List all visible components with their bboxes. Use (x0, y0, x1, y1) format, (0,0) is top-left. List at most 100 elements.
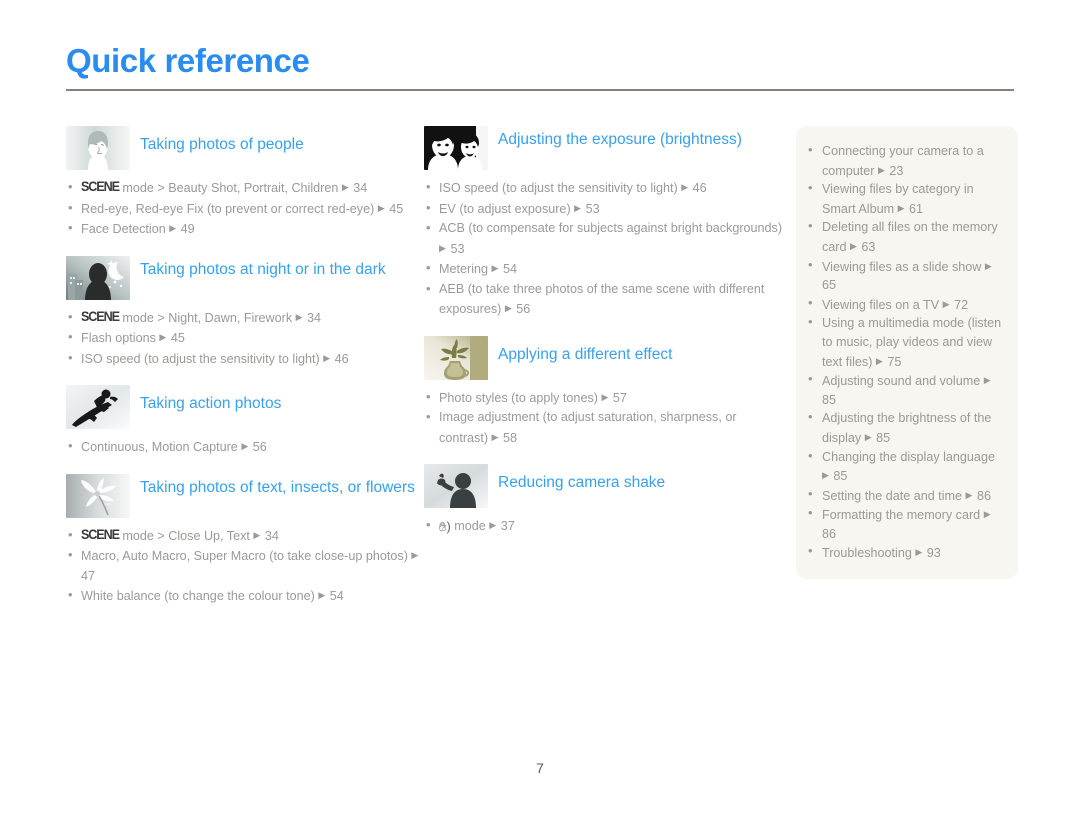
list-item-page: 57 (612, 390, 627, 405)
list-item-page: 86 (822, 526, 837, 541)
section-list: SCENE mode > Night, Dawn, Firework ▶ 34 F… (66, 307, 420, 370)
page-ref-arrow: ▶ (318, 590, 327, 600)
content-columns: Taking photos of people SCENE mode > Beau… (66, 126, 1018, 623)
page-ref-arrow: ▶ (489, 520, 498, 530)
quick-links-list: Connecting your camera to a computer ▶ 2… (806, 141, 1004, 563)
page-ref-arrow: ▶ (850, 240, 858, 251)
list-item-label: EV (to adjust exposure) (439, 201, 571, 216)
page-header: Quick reference (66, 40, 1014, 91)
list-item-page: 65 (822, 278, 837, 293)
list-item-page: 61 (909, 201, 924, 216)
list-item: Deleting all files on the memory card ▶ … (806, 217, 1004, 256)
page-ref-arrow: ▶ (323, 352, 332, 363)
person-waving-thumbnail (424, 464, 489, 508)
list-item: Viewing files by category in Smart Album… (806, 179, 1004, 218)
page-ref-arrow: ▶ (159, 332, 168, 342)
quick-reference-page: Quick reference Taking photos of people S… (0, 0, 1080, 815)
list-item-label: Image adjustment (to adjust saturation, … (439, 410, 737, 445)
section-title: Taking photos at night or in the dark (140, 260, 386, 278)
list-item-page: 86 (976, 488, 991, 503)
section-list: Photo styles (to apply tones) ▶ 57 Image … (424, 387, 788, 449)
list-item: EV (to adjust exposure) ▶ 53 (424, 198, 788, 220)
section-list: SCENE mode > Close Up, Text ▶ 34 Macro, A… (66, 525, 420, 607)
page-title: Quick reference (66, 42, 310, 79)
page-ref-arrow: ▶ (377, 202, 386, 213)
list-item: Flash options ▶ 45 (66, 327, 420, 349)
list-item-label: mode > Close Up, Text (122, 528, 250, 543)
page-ref-arrow: ▶ (822, 470, 830, 481)
list-item-label: Troubleshooting (822, 546, 912, 561)
list-item-page: 34 (264, 528, 279, 543)
section-title: Taking photos of text, insects, or flowe… (140, 478, 415, 496)
list-item-label: Flash options (81, 331, 156, 345)
page-ref-arrow: ▶ (864, 431, 873, 442)
list-item: ✋︎) mode ▶ 37 (424, 515, 788, 537)
list-item: Using a multimedia mode (listen to music… (806, 313, 1004, 371)
list-item: Viewing files as a slide show ▶ 65 (806, 256, 1004, 295)
page-ref-arrow: ▶ (491, 263, 500, 273)
reference-section: Taking photos at night or in the dark SCE… (66, 255, 420, 370)
list-item: SCENE mode > Close Up, Text ▶ 34 (66, 525, 420, 547)
list-item-label: ACB (to compensate for subjects against … (439, 221, 783, 235)
list-item-page: 58 (502, 430, 517, 445)
list-item: SCENE mode > Beauty Shot, Portrait, Chil… (66, 177, 420, 199)
list-item-label: Adjusting sound and volume (822, 374, 981, 389)
page-ref-arrow: ▶ (504, 303, 513, 313)
list-item: ACB (to compensate for subjects against … (424, 218, 788, 259)
list-item-label: Deleting all files on the memory card (822, 220, 998, 254)
list-item-page: 45 (170, 331, 185, 345)
list-item-page: 56 (516, 302, 531, 316)
list-item-page: 45 (389, 201, 404, 216)
list-item-page: 37 (500, 519, 515, 533)
list-item: ISO speed (to adjust the sensitivity to … (424, 177, 788, 199)
reference-section: Adjusting the exposure (brightness) ISO s… (424, 126, 788, 320)
scene-mode-icon: SCENE (81, 526, 120, 543)
page-ref-arrow: ▶ (491, 431, 500, 442)
page-ref-arrow: ▶ (942, 298, 951, 309)
list-item: White balance (to change the colour tone… (66, 585, 420, 607)
page-ref-arrow: ▶ (897, 202, 906, 213)
list-item: Red-eye, Red-eye Fix (to prevent or corr… (66, 198, 420, 220)
list-item: Viewing files on a TV ▶ 72 (806, 294, 1004, 315)
snowboarder-thumbnail (66, 385, 130, 429)
page-ref-arrow: ▶ (601, 391, 610, 402)
list-item-page: 34 (307, 310, 322, 325)
section-list: Continuous, Motion Capture ▶ 56 (66, 436, 420, 458)
page-ref-arrow: ▶ (411, 550, 420, 560)
list-item-page: 54 (329, 589, 344, 603)
list-item-page: 93 (926, 546, 941, 561)
list-item-page: 75 (887, 354, 902, 369)
list-item-label: Viewing files on a TV (822, 297, 940, 312)
list-item: Connecting your camera to a computer ▶ 2… (806, 141, 1004, 180)
page-ref-arrow: ▶ (681, 182, 690, 192)
reference-section: Taking photos of text, insects, or flowe… (66, 473, 420, 607)
list-item: Troubleshooting ▶ 93 (806, 542, 1004, 563)
page-ref-arrow: ▶ (574, 202, 583, 213)
page-ref-arrow: ▶ (295, 311, 304, 322)
section-title: Applying a different effect (498, 345, 673, 363)
list-item-label: Photo styles (to apply tones) (439, 390, 598, 405)
list-item-label: mode (454, 519, 486, 533)
list-item-label: Changing the display language (822, 449, 995, 464)
page-ref-arrow: ▶ (983, 509, 992, 520)
portrait-woman-thumbnail (66, 126, 130, 170)
page-ref-arrow: ▶ (241, 441, 250, 451)
list-item-label: Adjusting the brightness of the display (822, 411, 992, 445)
list-item: Image adjustment (to adjust saturation, … (424, 407, 788, 448)
list-item-page: 85 (876, 430, 891, 445)
list-item-label: Using a multimedia mode (listen to music… (822, 316, 1002, 369)
page-ref-arrow: ▶ (965, 489, 974, 500)
section-title: Adjusting the exposure (brightness) (498, 131, 742, 148)
column-left: Taking photos of people SCENE mode > Beau… (66, 126, 420, 623)
scene-mode-icon: SCENE (81, 308, 120, 325)
list-item-label: Viewing files as a slide show (822, 259, 982, 274)
list-item: Macro, Auto Macro, Super Macro (to take … (66, 545, 420, 586)
list-item: AEB (to take three photos of the same sc… (424, 279, 788, 320)
page-ref-arrow: ▶ (983, 375, 992, 386)
section-list: ✋︎) mode ▶ 37 (424, 515, 788, 537)
section-title: Reducing camera shake (498, 474, 666, 491)
list-item-label: Red-eye, Red-eye Fix (to prevent or corr… (81, 201, 375, 216)
section-header: Applying a different effect (424, 335, 788, 382)
list-item-label: mode > Night, Dawn, Firework (122, 310, 293, 325)
list-item-label: Continuous, Motion Capture (81, 440, 238, 454)
